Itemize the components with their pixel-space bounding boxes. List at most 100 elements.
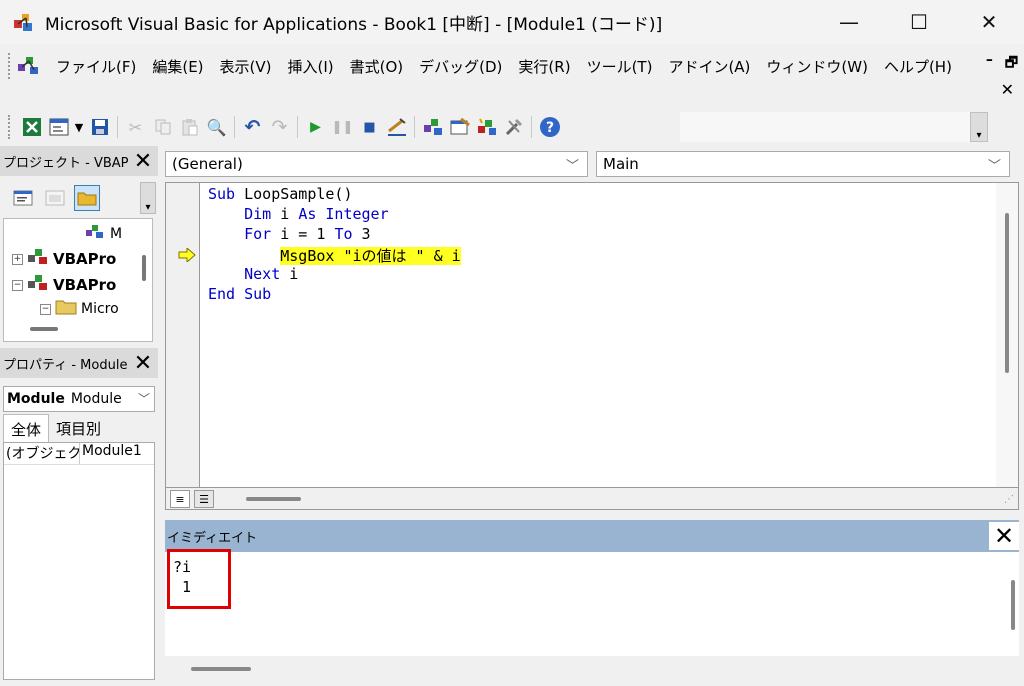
break-icon: ❚❚ [331, 119, 354, 135]
object-type: Module [70, 391, 122, 407]
menu-insert[interactable]: 挿入(I) [280, 56, 342, 77]
title-bar: Microsoft Visual Basic for Applications … [0, 0, 1024, 44]
toolbar-options-icon[interactable]: ▾ [970, 112, 988, 142]
tree-item-label: VBAPro [53, 276, 117, 294]
menu-edit[interactable]: 編集(E) [144, 56, 211, 77]
code-line[interactable]: End Sub [208, 285, 271, 303]
undo-icon[interactable]: ↶ [239, 114, 266, 140]
code-line[interactable]: Sub LoopSample() [208, 185, 353, 203]
minimize-button[interactable]: — [814, 0, 884, 44]
code-editor[interactable]: Sub LoopSample() Dim i As Integer For i … [165, 182, 1019, 488]
project-explorer-icon[interactable] [419, 114, 446, 140]
menu-run[interactable]: 実行(R) [510, 56, 578, 77]
properties-tabs: 全体 項目別 [3, 414, 155, 442]
maximize-button[interactable]: ☐ [884, 0, 954, 44]
full-module-view-button[interactable]: ☰ [194, 490, 214, 508]
help-icon[interactable]: ? [536, 114, 563, 140]
menu-debug[interactable]: デバッグ(D) [411, 56, 510, 77]
view-code-icon[interactable] [10, 185, 36, 211]
scrollbar-thumb[interactable] [1005, 213, 1009, 373]
tree-vscroll-thumb[interactable] [142, 255, 146, 281]
code-horizontal-scroll-thumb[interactable] [246, 497, 301, 501]
toolbar-grip[interactable] [8, 115, 12, 139]
standard-toolbar: ▼ ✂ 🔍 ↶ ↷ ▶ ❚❚ ■ ? ▾ [0, 108, 1024, 146]
mdi-minimize-button[interactable]: – [986, 52, 993, 76]
menu-grip[interactable] [8, 53, 12, 79]
object-combo[interactable]: (General) ﹀ [165, 151, 588, 177]
menu-file[interactable]: ファイル(F) [48, 56, 144, 77]
procedure-combo-value: Main [603, 155, 639, 173]
project-pane-close-button[interactable]: ✕ [130, 149, 156, 174]
vbaproject-icon [27, 247, 49, 271]
properties-pane-close-button[interactable]: ✕ [130, 351, 156, 376]
project-pane-toolbar: ▾ [0, 178, 158, 218]
code-vertical-scrollbar[interactable] [996, 183, 1018, 487]
immediate-window-title: イミディエイト [167, 530, 258, 546]
object-selector-combo[interactable]: Module Module ﹀ [3, 386, 155, 412]
code-line[interactable]: For i = 1 To 3 [208, 225, 370, 243]
margin-indicator-bar[interactable] [166, 183, 200, 487]
menu-view[interactable]: 表示(V) [212, 56, 280, 77]
tree-item-label: M [110, 226, 123, 242]
tab-categorized[interactable]: 項目別 [49, 414, 108, 442]
view-object-icon [42, 185, 68, 211]
menu-help[interactable]: ヘルプ(H) [876, 56, 960, 77]
module-icon [84, 223, 106, 245]
collapse-icon[interactable]: − [12, 279, 23, 291]
tab-alphabetic[interactable]: 全体 [3, 414, 50, 442]
menu-tools[interactable]: ツール(T) [579, 56, 661, 77]
chevron-down-icon[interactable]: ﹀ [988, 155, 1001, 174]
immediate-window-footer [165, 656, 1019, 682]
run-icon[interactable]: ▶ [302, 114, 329, 140]
project-toolbar-options-icon[interactable]: ▾ [140, 182, 156, 214]
code-line-current[interactable]: MsgBox "iの値は " & i [208, 245, 461, 266]
paste-icon [176, 114, 203, 140]
property-value[interactable]: Module1 [80, 443, 142, 464]
code-window-header: (General) ﹀ Main ﹀ [165, 148, 1019, 180]
annotation-highlight-box [167, 549, 231, 609]
chevron-down-icon[interactable]: ﹀ [138, 390, 150, 407]
vba-module-icon[interactable] [16, 54, 42, 78]
close-button[interactable]: ✕ [954, 0, 1024, 44]
mdi-restore-button[interactable]: 🗗 [1005, 52, 1018, 76]
insert-dropdown-icon[interactable]: ▼ [72, 114, 86, 140]
property-row[interactable]: (オブジェク Module1 [4, 443, 154, 465]
procedure-combo[interactable]: Main ﹀ [596, 151, 1010, 177]
collapse-icon[interactable]: − [40, 303, 51, 315]
expand-icon[interactable]: + [12, 253, 23, 265]
reset-icon[interactable]: ■ [356, 114, 383, 140]
vba-app-icon[interactable] [13, 11, 35, 33]
insert-userform-icon[interactable] [45, 114, 72, 140]
project-tree: M + VBAPro − VBAPro − Micro [3, 218, 153, 342]
procedure-view-button[interactable]: ≡ [170, 490, 190, 508]
code-line[interactable]: Dim i As Integer [208, 205, 389, 223]
properties-pane-titlebar: プロパティ - Module ✕ [0, 348, 158, 378]
toolbox-icon[interactable] [500, 114, 527, 140]
properties-grid: (オブジェク Module1 [3, 442, 155, 680]
immediate-hscroll-thumb[interactable] [191, 667, 251, 671]
menu-window[interactable]: ウィンドウ(W) [758, 56, 876, 77]
resize-grip-icon[interactable]: ⋰ [1004, 494, 1014, 505]
tree-item-project[interactable]: + VBAPro [12, 247, 116, 271]
code-line[interactable]: Next i [208, 265, 298, 283]
tree-item-folder[interactable]: − Micro [40, 299, 119, 319]
save-icon[interactable] [86, 114, 113, 140]
mdi-close-button[interactable]: ✕ [1001, 80, 1014, 99]
immediate-window-editor[interactable]: ?i 1 [165, 549, 1019, 656]
object-browser-icon[interactable] [473, 114, 500, 140]
tree-hscroll-thumb[interactable] [30, 327, 58, 331]
immediate-window-close-button[interactable]: ✕ [989, 522, 1019, 550]
toggle-folders-icon[interactable] [74, 185, 100, 211]
menu-bar: ファイル(F) 編集(E) 表示(V) 挿入(I) 書式(O) デバッグ(D) … [0, 44, 1024, 99]
tree-item-project[interactable]: − VBAPro [12, 273, 116, 297]
tree-item[interactable]: M [84, 223, 122, 245]
copy-icon [149, 114, 176, 140]
properties-window-icon[interactable] [446, 114, 473, 140]
toolbar-separator [531, 116, 532, 138]
design-mode-icon[interactable] [383, 114, 410, 140]
menu-format[interactable]: 書式(O) [342, 56, 412, 77]
view-excel-icon[interactable] [18, 114, 45, 140]
immediate-vscroll-thumb[interactable] [1011, 580, 1015, 630]
chevron-down-icon[interactable]: ﹀ [566, 155, 579, 174]
menu-addins[interactable]: アドイン(A) [660, 56, 758, 77]
